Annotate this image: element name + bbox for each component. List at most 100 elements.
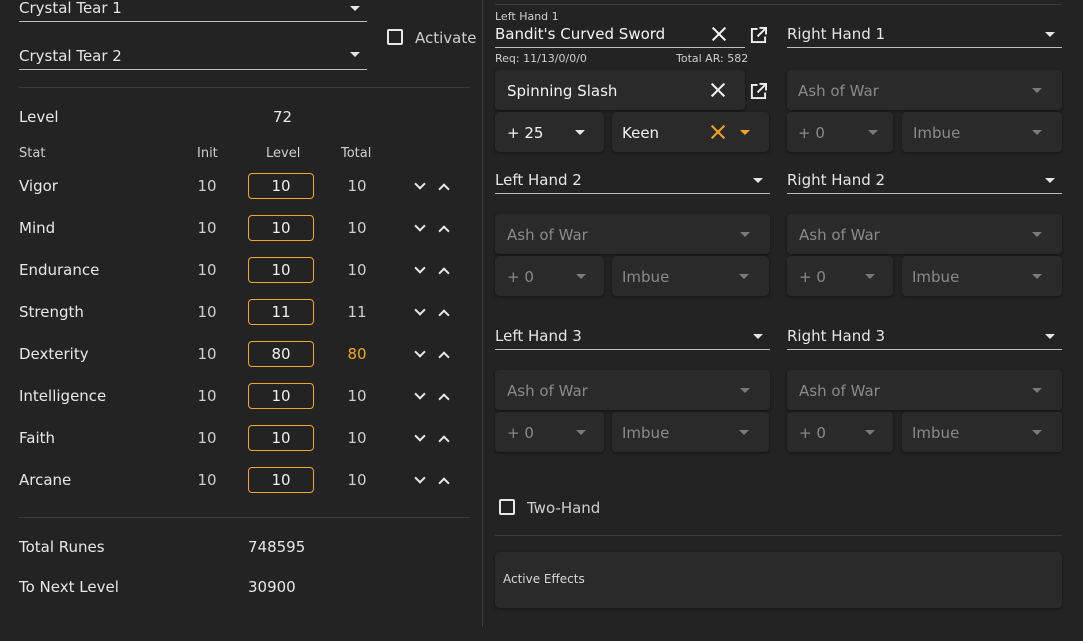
stat-level-input[interactable]: 10 xyxy=(248,173,314,199)
chevron-down-icon xyxy=(1045,334,1055,339)
activate-checkbox[interactable] xyxy=(387,29,403,45)
activate-label: Activate xyxy=(415,29,477,47)
right-hand-1-ash-value: Ash of War xyxy=(798,82,879,100)
stat-name: Mind xyxy=(19,219,56,237)
chevron-down-icon xyxy=(1032,430,1042,435)
stat-total: 10 xyxy=(347,219,367,237)
chevron-down-icon xyxy=(739,430,749,435)
chevron-down-icon xyxy=(739,274,749,279)
level-value: 72 xyxy=(273,108,293,126)
stat-name: Vigor xyxy=(19,177,58,195)
chevron-down-icon xyxy=(1032,274,1042,279)
lh3-affinity-value: Imbue xyxy=(622,424,670,442)
left-hand-1-total-ar: Total AR: 582 xyxy=(676,52,749,65)
active-effects-label: Active Effects xyxy=(503,572,585,586)
left-hand-1-upgrade-value: + 25 xyxy=(507,124,544,142)
rh2-affinity-value: Imbue xyxy=(912,268,960,286)
stat-init: 10 xyxy=(197,345,217,363)
rh3-ash-select[interactable]: Ash of War xyxy=(787,370,1062,410)
decrease-icon[interactable] xyxy=(414,178,426,190)
chevron-down-icon xyxy=(1045,178,1055,183)
stat-level-input[interactable]: 11 xyxy=(248,299,314,325)
lh2-select[interactable]: Left Hand 2 xyxy=(495,168,770,194)
lh3-upgrade-select[interactable]: + 0 xyxy=(495,412,604,452)
stat-init: 10 xyxy=(197,303,217,321)
increase-icon[interactable] xyxy=(438,435,450,447)
rh2-select[interactable]: Right Hand 2 xyxy=(787,168,1062,194)
rh2-upgrade-value: + 0 xyxy=(799,268,826,286)
total-runes-value: 748595 xyxy=(248,538,306,556)
right-hand-1-upgrade-select[interactable]: + 0 xyxy=(787,112,893,152)
level-header: Level xyxy=(266,146,301,161)
stat-name: Arcane xyxy=(19,471,72,489)
stat-level-input[interactable]: 10 xyxy=(248,467,314,493)
right-hand-1-affinity-select[interactable]: Imbue xyxy=(902,112,1062,152)
right-hand-1-label: Right Hand 1 xyxy=(787,25,886,43)
decrease-icon[interactable] xyxy=(414,346,426,358)
left-hand-1-select[interactable]: Bandit's Curved Sword xyxy=(495,24,745,48)
lh2-affinity-select[interactable]: Imbue xyxy=(612,256,769,296)
rh3-select[interactable]: Right Hand 3 xyxy=(787,324,1062,350)
right-hand-1-ash-select[interactable]: Ash of War xyxy=(787,70,1062,110)
chevron-down-icon xyxy=(753,178,763,183)
stat-level-input[interactable]: 10 xyxy=(248,215,314,241)
rh2-ash-select[interactable]: Ash of War xyxy=(787,214,1062,254)
decrease-icon[interactable] xyxy=(414,262,426,274)
rh2-affinity-select[interactable]: Imbue xyxy=(902,256,1062,296)
lh3-affinity-select[interactable]: Imbue xyxy=(612,412,769,452)
lh2-label: Left Hand 2 xyxy=(495,171,582,189)
increase-icon[interactable] xyxy=(438,393,450,405)
left-hand-1-affinity-select[interactable]: Keen xyxy=(612,112,769,152)
stat-total: 10 xyxy=(347,177,367,195)
talisman-select-1[interactable]: Crystal Tear 1 xyxy=(19,0,367,22)
clear-icon[interactable] xyxy=(710,124,726,140)
decrease-icon[interactable] xyxy=(414,220,426,232)
stat-total: 10 xyxy=(347,261,367,279)
rh3-affinity-select[interactable]: Imbue xyxy=(902,412,1062,452)
lh3-ash-select[interactable]: Ash of War xyxy=(495,370,770,410)
lh2-ash-select[interactable]: Ash of War xyxy=(495,214,770,254)
increase-icon[interactable] xyxy=(438,351,450,363)
rh3-upgrade-select[interactable]: + 0 xyxy=(787,412,893,452)
increase-icon[interactable] xyxy=(438,309,450,321)
decrease-icon[interactable] xyxy=(414,472,426,484)
stat-init: 10 xyxy=(197,471,217,489)
chevron-down-icon xyxy=(1032,232,1042,237)
two-hand-label: Two-Hand xyxy=(527,499,601,517)
stat-level-input[interactable]: 80 xyxy=(248,341,314,367)
left-hand-1-affinity-value: Keen xyxy=(622,124,660,142)
stat-name: Intelligence xyxy=(19,387,107,405)
active-effects-panel: Active Effects xyxy=(495,552,1062,608)
decrease-icon[interactable] xyxy=(414,388,426,400)
chevron-down-icon xyxy=(740,388,750,393)
rh3-affinity-value: Imbue xyxy=(912,424,960,442)
right-hand-1-select[interactable]: Right Hand 1 xyxy=(787,24,1062,48)
left-hand-1-requirements: Req: 11/13/0/0/0 xyxy=(495,52,587,65)
stat-level-input[interactable]: 10 xyxy=(248,257,314,283)
right-hand-1-upgrade-value: + 0 xyxy=(798,124,825,142)
decrease-icon[interactable] xyxy=(414,304,426,316)
increase-icon[interactable] xyxy=(438,183,450,195)
increase-icon[interactable] xyxy=(438,477,450,489)
increase-icon[interactable] xyxy=(438,267,450,279)
rh2-upgrade-select[interactable]: + 0 xyxy=(787,256,893,296)
lh2-ash-value: Ash of War xyxy=(507,226,588,244)
open-external-icon[interactable] xyxy=(750,83,767,100)
lh2-upgrade-select[interactable]: + 0 xyxy=(495,256,604,296)
increase-icon[interactable] xyxy=(438,225,450,237)
left-hand-1-ash-select[interactable]: Spinning Slash xyxy=(495,70,745,110)
stat-row: Mind 10 10 10 xyxy=(0,215,480,247)
stat-level-input[interactable]: 10 xyxy=(248,425,314,451)
stat-level-input[interactable]: 10 xyxy=(248,383,314,409)
stat-name: Faith xyxy=(19,429,55,447)
clear-icon[interactable] xyxy=(711,26,727,42)
rh2-label: Right Hand 2 xyxy=(787,171,886,189)
two-hand-checkbox[interactable] xyxy=(499,499,515,515)
left-hand-1-upgrade-select[interactable]: + 25 xyxy=(495,112,604,152)
chevron-down-icon xyxy=(576,430,586,435)
decrease-icon[interactable] xyxy=(414,430,426,442)
talisman-select-2[interactable]: Crystal Tear 2 xyxy=(19,44,367,70)
clear-icon[interactable] xyxy=(710,82,726,98)
lh3-select[interactable]: Left Hand 3 xyxy=(495,324,770,350)
open-external-icon[interactable] xyxy=(750,27,767,44)
